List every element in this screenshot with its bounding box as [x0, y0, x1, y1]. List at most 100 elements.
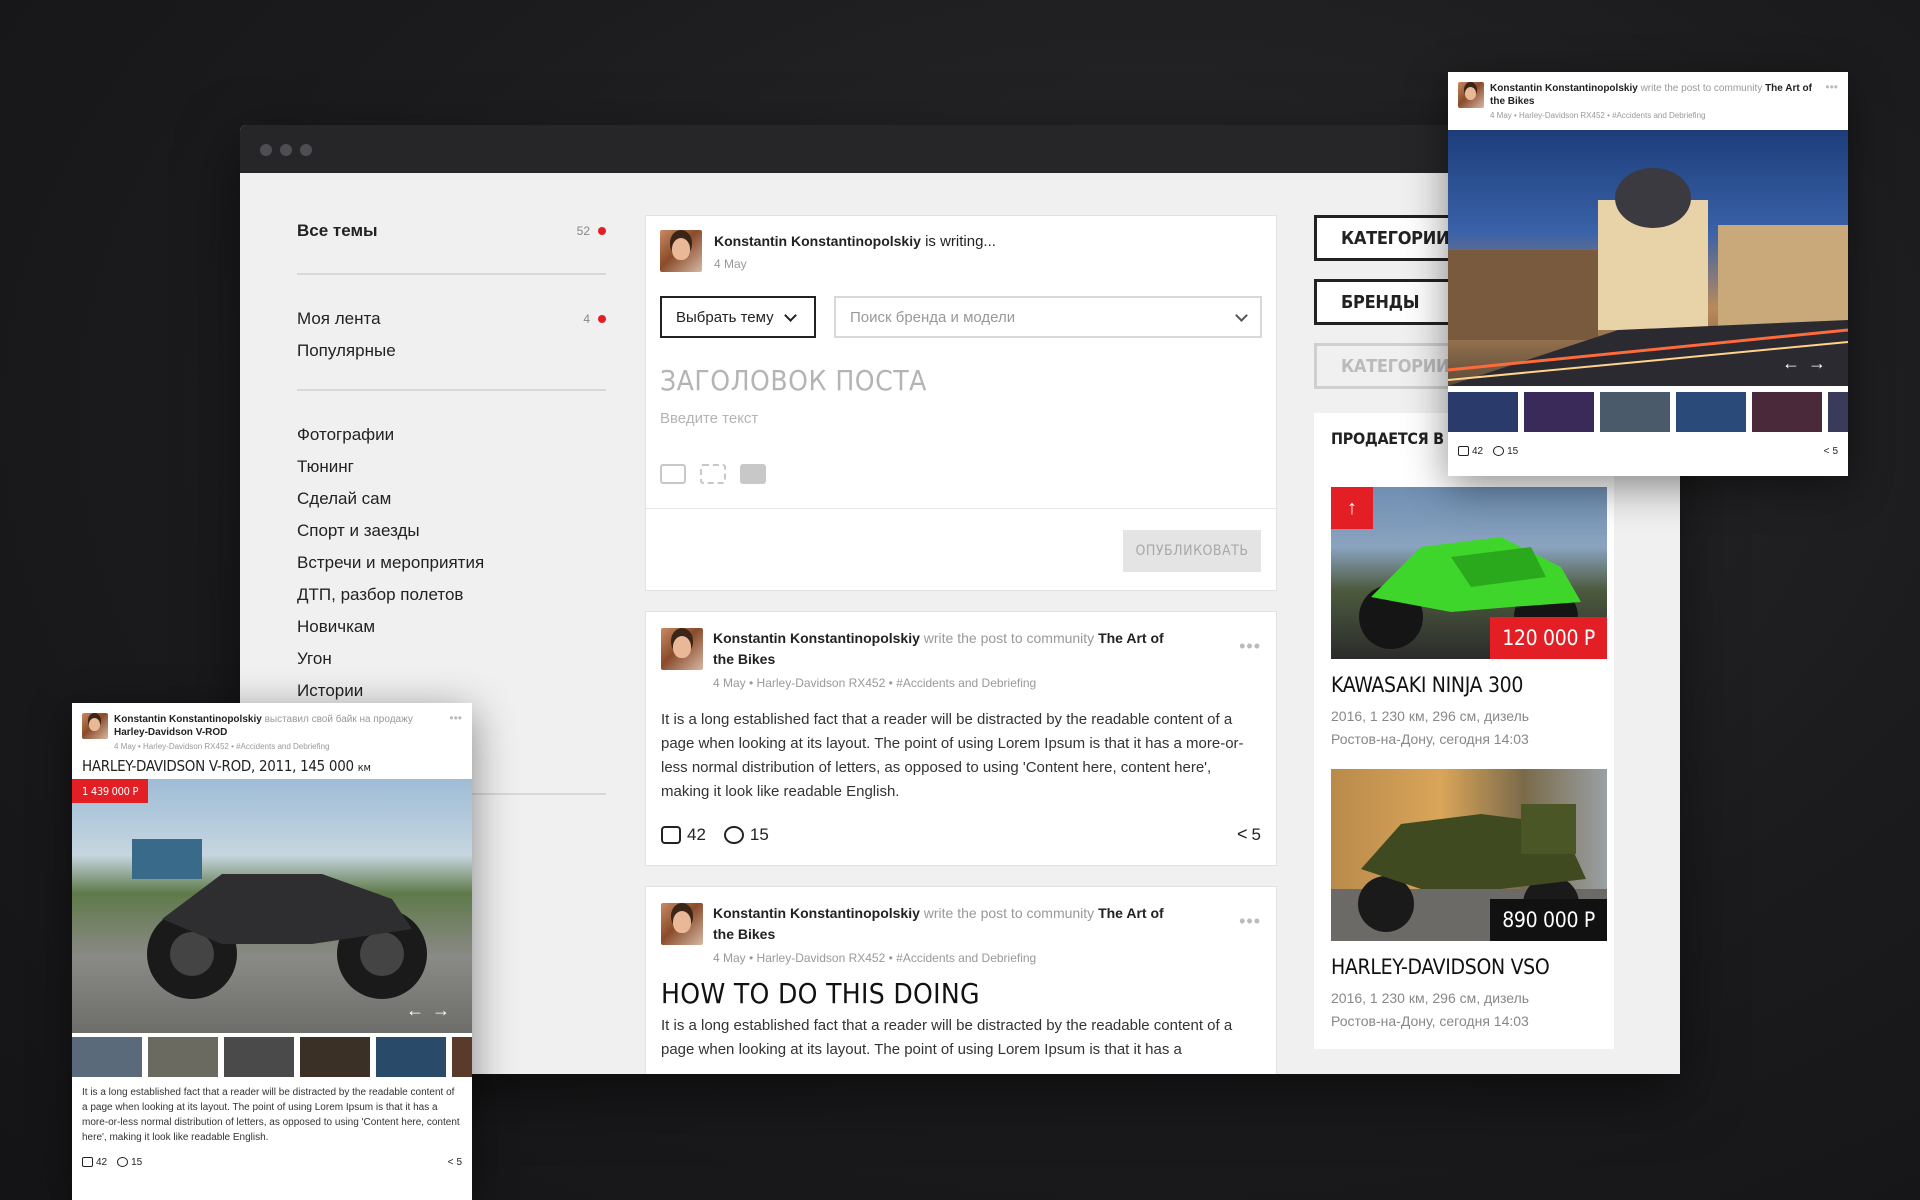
composer-author[interactable]: Konstantin Konstantinopolskiy — [714, 233, 921, 249]
sidebar-item[interactable]: Все темы 52 — [297, 215, 606, 247]
gallery-arrows-icon[interactable]: ←→ — [1782, 353, 1834, 374]
gallery-thumb[interactable] — [148, 1037, 218, 1077]
gallery-thumb[interactable] — [1524, 392, 1594, 432]
like-button[interactable]: 42 — [82, 1157, 107, 1168]
avatar[interactable] — [661, 903, 703, 945]
post-author[interactable]: Konstantin Konstantinopolskiy — [114, 714, 262, 725]
promote-up-icon[interactable]: ↑ — [1331, 487, 1373, 529]
share-button[interactable]: <5 — [1824, 446, 1838, 457]
post-author[interactable]: Konstantin Konstantinopolskiy — [713, 905, 920, 921]
post-meta: 4 May • Harley-Davidson RX452 • #Acciden… — [713, 676, 1037, 690]
gallery-thumb[interactable] — [376, 1037, 446, 1077]
post-header: Konstantin Konstantinopolskiy выставил с… — [72, 703, 472, 753]
bike-photo[interactable]: 890 000 Р — [1331, 769, 1607, 941]
playlist-icon[interactable] — [700, 464, 726, 484]
market-item[interactable]: ↑ 120 000 Р KAWASAKI NINJA 300 2016, 1 2… — [1331, 487, 1607, 751]
market-item[interactable]: 890 000 Р HARLEY-DAVIDSON VSO 2016, 1 23… — [1331, 769, 1607, 1033]
gallery-thumb[interactable] — [224, 1037, 294, 1077]
gallery-thumb[interactable] — [452, 1037, 472, 1077]
sidebar-item[interactable]: Новичкам — [297, 611, 606, 643]
avatar[interactable] — [1458, 82, 1484, 108]
post-author-line: Konstantin Konstantinopolskiy выставил с… — [114, 713, 442, 739]
sidebar-item-label: Угон — [297, 649, 332, 668]
sidebar-item[interactable]: Встречи и мероприятия — [297, 547, 606, 579]
share-icon: < — [1823, 445, 1830, 457]
sidebar-item[interactable]: Спорт и заезды — [297, 515, 606, 547]
post-author[interactable]: Konstantin Konstantinopolskiy — [1490, 83, 1638, 94]
post-text: It is a long established fact that a rea… — [661, 711, 1244, 800]
share-button[interactable]: <5 — [448, 1157, 462, 1168]
unread-dot-icon — [598, 227, 606, 235]
post-photo[interactable]: 1 439 000 Р ←→ — [72, 779, 472, 1033]
post-author[interactable]: Konstantin Konstantinopolskiy — [713, 630, 920, 646]
sidebar-item-label: Истории — [297, 681, 364, 700]
post-text: It is a long established fact that a rea… — [82, 1087, 460, 1143]
post-text-field[interactable]: Введите текст — [660, 410, 758, 427]
like-button[interactable]: 42 — [1458, 446, 1483, 457]
post-title[interactable]: HOW TO DO THIS DOING — [661, 977, 1261, 1010]
share-button[interactable]: <5 — [1237, 824, 1261, 845]
comment-icon — [1493, 446, 1505, 456]
gallery-thumb[interactable] — [1448, 392, 1518, 432]
brand-search-placeholder: Поиск бренда и модели — [850, 308, 1016, 326]
avatar[interactable] — [82, 713, 108, 739]
post-header: Konstantin Konstantinopolskiy write the … — [661, 903, 1261, 965]
sidebar-item[interactable]: Фотографии — [297, 419, 606, 451]
publish-button[interactable]: ОПУБЛИКОВАТЬ — [1123, 530, 1261, 572]
thumbnail-strip — [72, 1037, 472, 1077]
bike-photo[interactable]: ↑ 120 000 Р — [1331, 487, 1607, 659]
unread-dot-icon — [598, 315, 606, 323]
gallery-thumb[interactable] — [300, 1037, 370, 1077]
sidebar: Все темы 52 Моя лента 4 Популярные Фотографии… — [297, 173, 606, 795]
camera-icon[interactable] — [660, 464, 686, 484]
sidebar-item[interactable]: Моя лента 4 — [297, 303, 606, 335]
sale-title[interactable]: HARLEY-DAVIDSON V-ROD, 2011, 145 000 км — [72, 753, 472, 779]
window-minimize-dot[interactable] — [280, 144, 292, 156]
comment-button[interactable]: 15 — [1493, 446, 1518, 457]
more-options-icon[interactable]: ••• — [449, 711, 462, 725]
sidebar-item-label: Тюнинг — [297, 457, 354, 476]
floating-sale-post: Konstantin Konstantinopolskiy выставил с… — [72, 703, 472, 1200]
topic-select-label: Выбрать тему — [676, 308, 774, 326]
window-close-dot[interactable] — [260, 144, 272, 156]
gallery-thumb[interactable] — [1676, 392, 1746, 432]
avatar[interactable] — [660, 230, 702, 272]
bike-name[interactable]: HARLEY-DAVIDSON VSO — [1331, 955, 1597, 979]
sale-price: 1 439 000 Р — [72, 779, 149, 803]
sidebar-item[interactable]: Сделай сам — [297, 483, 606, 515]
gallery-arrows-icon[interactable]: ←→ — [406, 1000, 458, 1021]
post-actions: 42 15 <5 — [661, 824, 1261, 845]
topic-select[interactable]: Выбрать тему — [660, 296, 816, 338]
post-bike-link[interactable]: Harley-Davidson V-ROD — [114, 727, 227, 738]
comment-button[interactable]: 15 — [117, 1157, 142, 1168]
chevron-down-icon — [783, 308, 797, 322]
sidebar-item[interactable]: ДТП, разбор полетов — [297, 579, 606, 611]
like-button[interactable]: 42 — [661, 825, 706, 845]
more-options-icon[interactable]: ••• — [1239, 636, 1261, 657]
comment-button[interactable]: 15 — [723, 825, 769, 845]
gallery-thumb[interactable] — [1600, 392, 1670, 432]
feed-column: Konstantin Konstantinopolskiy is writing… — [645, 215, 1277, 1074]
post-title-field[interactable]: ЗАГОЛОВОК ПОСТА — [660, 364, 927, 397]
sale-title-text: HARLEY-DAVIDSON V-ROD, 2011, 145 000 — [82, 757, 354, 775]
sidebar-item[interactable]: Угон — [297, 643, 606, 675]
comment-icon — [723, 825, 744, 844]
post-actions: 42 15 <5 — [1448, 438, 1848, 464]
post-photo[interactable]: ←→ — [1448, 130, 1848, 386]
bike-name[interactable]: KAWASAKI NINJA 300 — [1331, 673, 1597, 697]
window-maximize-dot[interactable] — [300, 144, 312, 156]
sidebar-item[interactable]: Популярные — [297, 335, 606, 367]
sidebar-item-label: Фотографии — [297, 425, 395, 444]
share-count: 5 — [1251, 824, 1261, 844]
brand-search-input[interactable]: Поиск бренда и модели — [834, 296, 1262, 338]
floating-photo-post: Konstantin Konstantinopolskiy write the … — [1448, 72, 1848, 476]
gallery-thumb[interactable] — [1752, 392, 1822, 432]
video-play-icon[interactable] — [740, 464, 766, 484]
gallery-thumb[interactable] — [72, 1037, 142, 1077]
avatar[interactable] — [661, 628, 703, 670]
sale-title-unit: км — [357, 761, 371, 774]
more-options-icon[interactable]: ••• — [1825, 80, 1838, 94]
gallery-thumb[interactable] — [1828, 392, 1848, 432]
more-options-icon[interactable]: ••• — [1239, 911, 1261, 932]
sidebar-item[interactable]: Тюнинг — [297, 451, 606, 483]
